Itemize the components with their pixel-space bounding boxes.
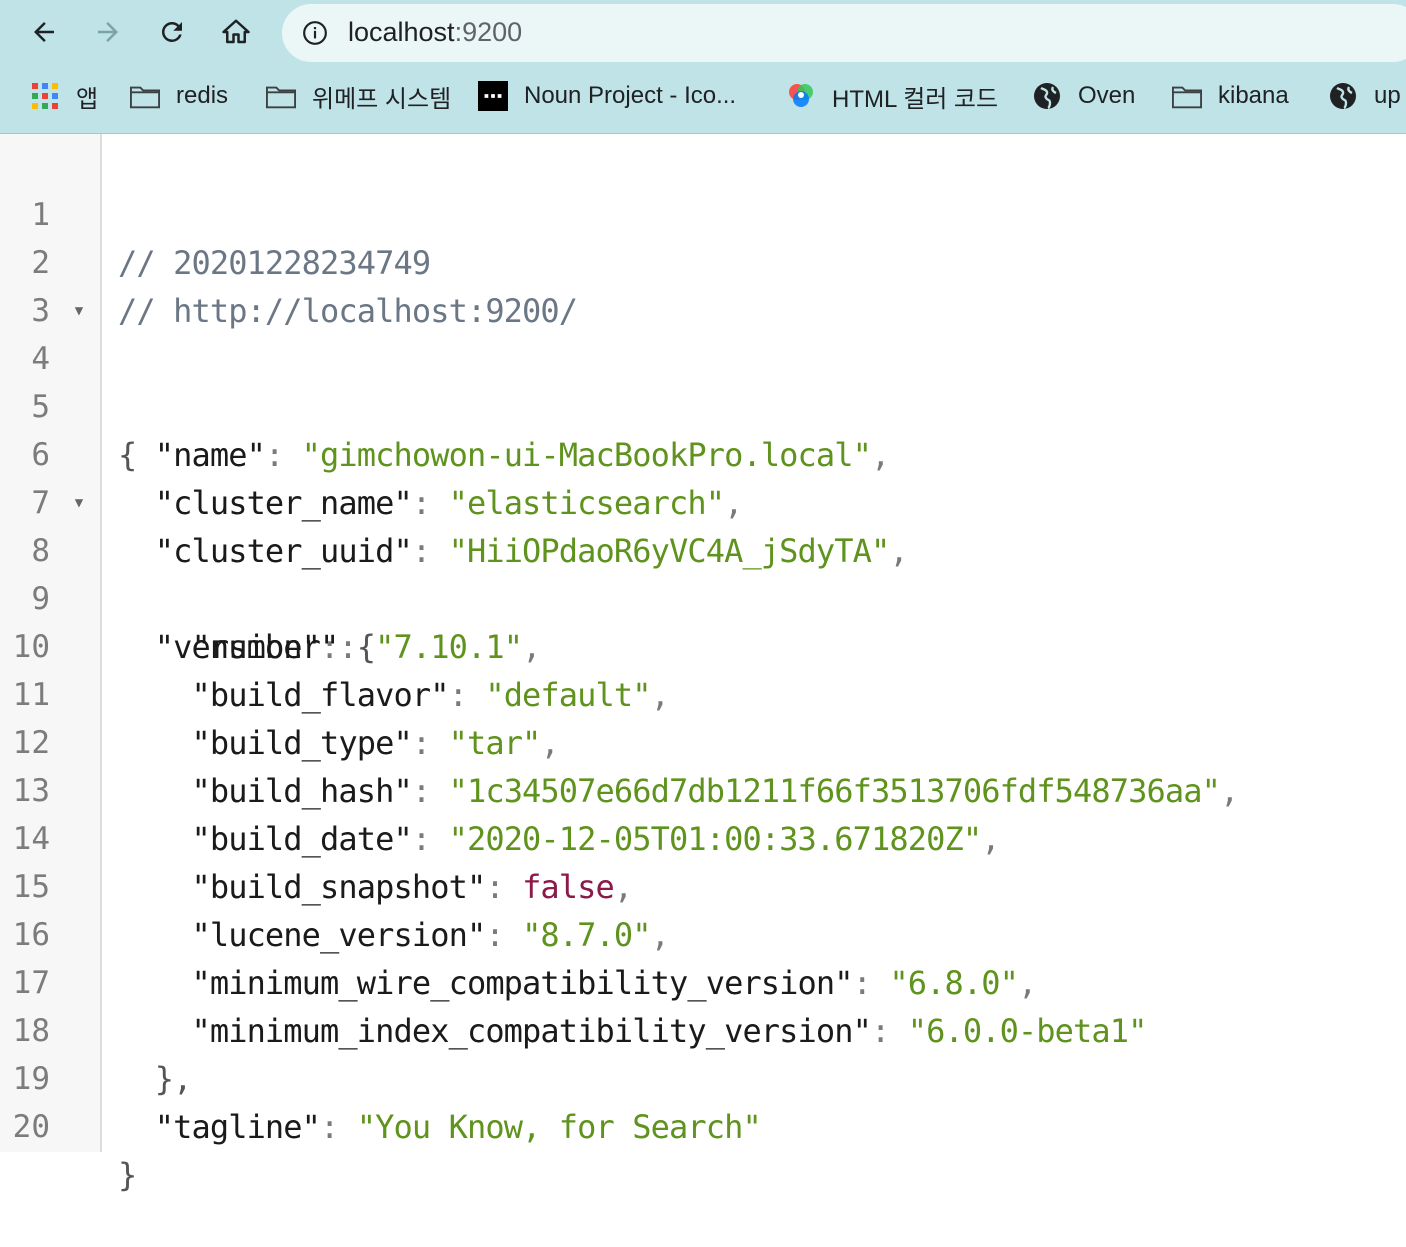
json-string-value: "You Know, for Search" (356, 1108, 762, 1146)
bookmark-folder-kibana[interactable]: kibana (1172, 74, 1289, 118)
code-line: 14 "build_snapshot": false, (0, 767, 1406, 906)
bookmark-label: Noun Project - Ico... (524, 82, 737, 109)
folder-icon (1172, 81, 1202, 111)
noun-project-icon (478, 81, 508, 111)
line-number: 20 (12, 1109, 50, 1145)
forward-arrow-icon (98, 22, 118, 42)
code-line: 18 }, (0, 959, 1406, 1098)
code-line: 16 "minimum_wire_compatibility_version":… (0, 863, 1406, 1002)
json-viewer: 1 // 20201228234749 2 // http://localhos… (0, 143, 1406, 1194)
bookmark-noun-project[interactable]: Noun Project - Ico... (478, 74, 736, 118)
code-line: 5 "name": "gimchowon-ui-MacBookPro.local… (0, 335, 1406, 474)
code-line: 20 } (0, 1055, 1406, 1194)
bookmark-label: HTML 컬러 코드 (832, 85, 999, 113)
fold-toggle-icon[interactable]: ▼ (70, 479, 88, 527)
info-icon[interactable] (302, 20, 328, 46)
bookmark-label: kibana (1218, 82, 1289, 109)
color-wheel-icon (786, 81, 816, 111)
code-line: 2 // http://localhost:9200/ (0, 191, 1406, 330)
code-line: 8 ▼ "version": { (0, 479, 1406, 666)
globe-icon (1328, 81, 1358, 111)
fold-toggle-icon[interactable]: ▼ (70, 287, 88, 335)
folder-icon (130, 81, 160, 111)
bookmark-folder-redis[interactable]: redis (130, 74, 228, 118)
browser-toolbar: localhost:9200 앱 redis 위메프 시스템 Noun Proj… (0, 0, 1406, 134)
home-icon (222, 19, 250, 44)
code-line: 11 "build_type": "tar", (0, 623, 1406, 762)
code-line: 15 "lucene_version": "8.7.0", (0, 815, 1406, 954)
code-line: 10 "build_flavor": "default", (0, 575, 1406, 714)
back-arrow-icon (34, 22, 54, 42)
bookmark-label: up (1374, 82, 1401, 109)
code-line: 4 ▼ { (0, 287, 1406, 474)
code-line: 13 "build_date": "2020-12-05T01:00:33.67… (0, 719, 1406, 858)
bookmark-folder-wemakeprice[interactable]: 위메프 시스템 (266, 74, 451, 118)
reload-button[interactable] (150, 10, 194, 54)
globe-icon (1032, 81, 1062, 111)
bookmark-label: Oven (1078, 82, 1136, 109)
bookmark-html-color-code[interactable]: HTML 컬러 코드 (786, 74, 998, 118)
bookmark-label: 앱 (76, 85, 99, 113)
folder-icon (266, 81, 296, 111)
bookmark-label: redis (176, 82, 229, 109)
back-button[interactable] (22, 10, 66, 54)
colon: : (320, 1108, 357, 1146)
apps-grid-icon (30, 81, 60, 111)
code-line: 6 "cluster_name": "elasticsearch", (0, 383, 1406, 522)
forward-button[interactable] (86, 10, 130, 54)
code-line: 7 "cluster_uuid": "HiiOPdaoR6yVC4A_jSdyT… (0, 431, 1406, 570)
code-line: 3 (0, 239, 1406, 329)
code-line: 19 "tagline": "You Know, for Search" (0, 1007, 1406, 1146)
bookmark-up[interactable]: up (1328, 74, 1401, 118)
close-brace: } (118, 1156, 137, 1194)
url-port: :9200 (454, 17, 523, 47)
url-host: localhost (348, 17, 455, 47)
bookmark-label: 위메프 시스템 (312, 85, 452, 113)
line-content: } (118, 1151, 137, 1199)
reload-icon (161, 21, 182, 42)
json-key: "tagline" (154, 1108, 321, 1146)
home-button[interactable] (214, 10, 258, 54)
bookmark-oven[interactable]: Oven (1032, 74, 1135, 118)
code-line: 17 "minimum_index_compatibility_version"… (0, 911, 1406, 1050)
line-content: "tagline": "You Know, for Search" (118, 1103, 762, 1151)
code-line: 12 "build_hash": "1c34507e66d7db1211f66f… (0, 671, 1406, 810)
url-text[interactable]: localhost:9200 (348, 17, 522, 48)
code-line: 1 // 20201228234749 (0, 143, 1406, 282)
address-bar[interactable]: localhost:9200 (282, 4, 1406, 62)
code-line: 9 "number": "7.10.1", (0, 527, 1406, 666)
bookmark-apps[interactable]: 앱 (30, 74, 98, 118)
